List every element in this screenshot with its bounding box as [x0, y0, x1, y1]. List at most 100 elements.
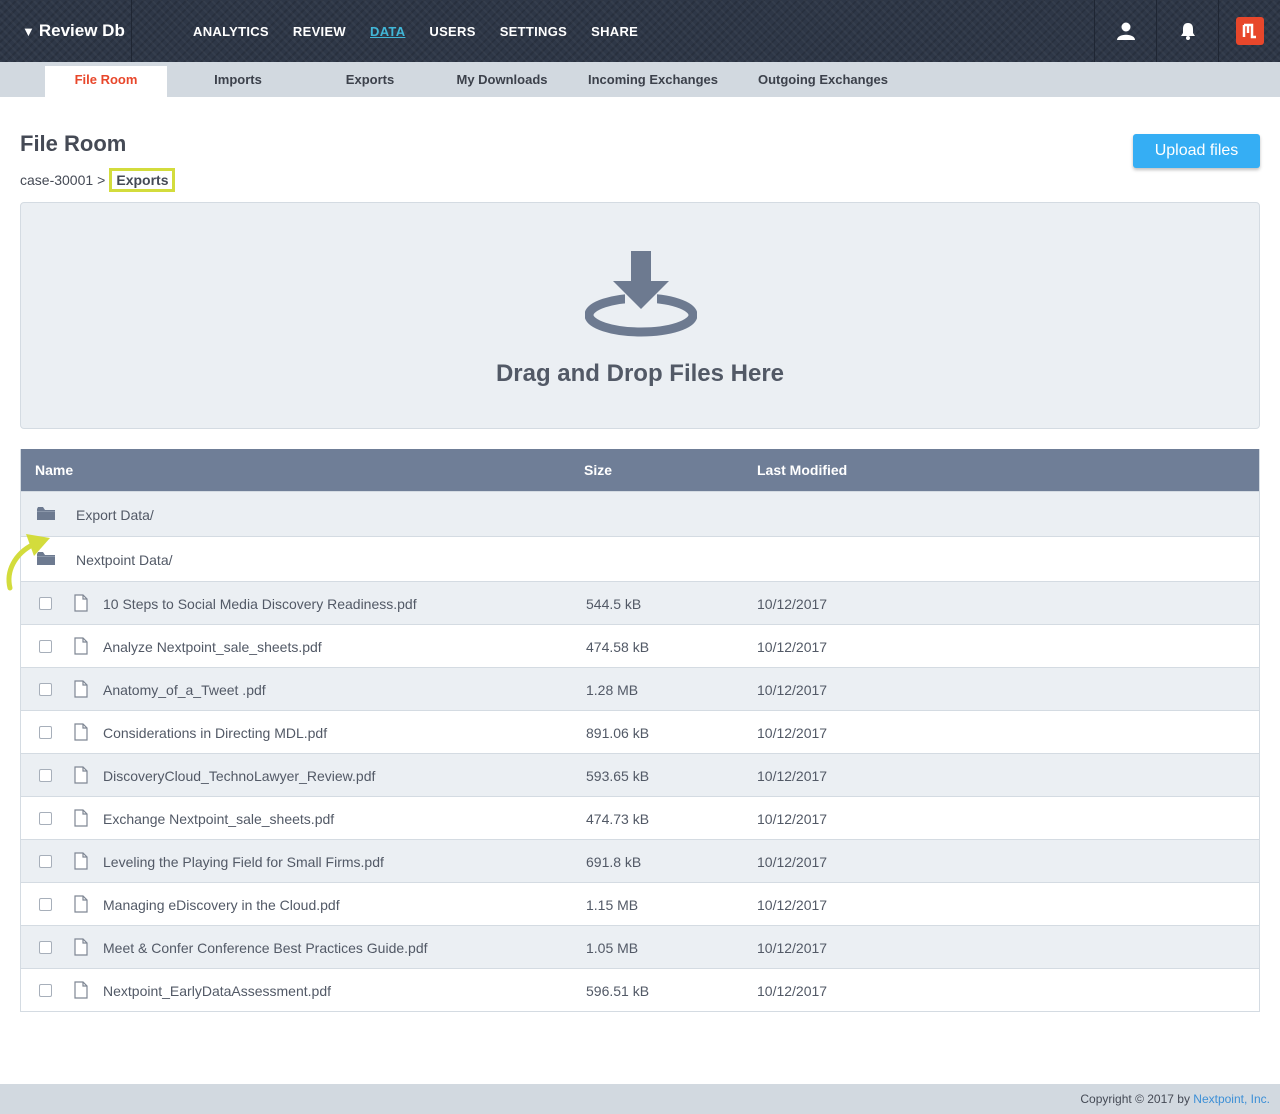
tab-incoming-exchanges[interactable]: Incoming Exchanges — [586, 66, 720, 97]
row-checkbox[interactable] — [39, 855, 52, 868]
file-name[interactable]: Meet & Confer Conference Best Practices … — [103, 940, 428, 956]
file-icon — [74, 680, 88, 701]
nav-share[interactable]: SHARE — [591, 24, 638, 39]
file-icon — [74, 594, 88, 615]
file-icon — [74, 895, 88, 916]
file-row[interactable]: Meet & Confer Conference Best Practices … — [21, 925, 1259, 968]
file-size: 544.5 kB — [586, 596, 642, 612]
file-modified: 10/12/2017 — [757, 940, 828, 956]
user-icon — [1116, 22, 1135, 40]
file-row[interactable]: DiscoveryCloud_TechnoLawyer_Review.pdf 59… — [21, 753, 1259, 796]
company-link[interactable]: Nextpoint, Inc. — [1193, 1092, 1270, 1106]
footer: Copyright © 2017 by Nextpoint, Inc. — [0, 1084, 1280, 1114]
file-name[interactable]: Analyze Nextpoint_sale_sheets.pdf — [103, 639, 322, 655]
row-checkbox[interactable] — [39, 984, 52, 997]
breadcrumb-root[interactable]: case-30001 — [20, 172, 93, 188]
upload-files-button[interactable]: Upload files — [1133, 134, 1260, 168]
row-checkbox[interactable] — [39, 941, 52, 954]
top-right-actions — [1094, 0, 1280, 62]
row-checkbox[interactable] — [39, 769, 52, 782]
drop-zone-label: Drag and Drop Files Here — [495, 360, 785, 387]
file-size: 596.51 kB — [586, 983, 650, 999]
tab-my-downloads[interactable]: My Downloads — [446, 66, 558, 97]
file-icon — [74, 938, 88, 959]
user-menu-button[interactable] — [1094, 0, 1156, 62]
file-name[interactable]: 10 Steps to Social Media Discovery Readi… — [103, 596, 417, 612]
file-icon — [74, 637, 88, 658]
file-size: 891.06 kB — [586, 725, 650, 741]
file-icon — [74, 766, 88, 787]
nav-data[interactable]: DATA — [370, 24, 405, 39]
breadcrumb-current: Exports — [109, 168, 176, 192]
tab-imports[interactable]: Imports — [190, 66, 286, 97]
column-header-name[interactable]: Name — [35, 462, 73, 478]
file-name[interactable]: Considerations in Directing MDL.pdf — [103, 725, 327, 741]
file-name[interactable]: DiscoveryCloud_TechnoLawyer_Review.pdf — [103, 768, 375, 784]
file-row[interactable]: 10 Steps to Social Media Discovery Readi… — [21, 581, 1259, 624]
file-size: 691.8 kB — [586, 854, 642, 870]
drop-zone[interactable]: Drag and Drop Files Here — [20, 202, 1260, 429]
file-size: 1.05 MB — [586, 940, 639, 956]
file-name[interactable]: Anatomy_of_a_Tweet .pdf — [103, 682, 266, 698]
file-name[interactable]: Managing eDiscovery in the Cloud.pdf — [103, 897, 340, 913]
file-table: Name Size Last Modified Export Data/Next… — [20, 449, 1260, 1012]
bell-icon — [1180, 23, 1195, 40]
nav-settings[interactable]: SETTINGS — [500, 24, 567, 39]
breadcrumb-separator: > — [97, 172, 106, 188]
folder-name[interactable]: Export Data/ — [76, 507, 154, 523]
tab-outgoing-exchanges[interactable]: Outgoing Exchanges — [752, 66, 894, 97]
file-modified: 10/12/2017 — [757, 725, 828, 741]
notifications-button[interactable] — [1156, 0, 1218, 62]
row-checkbox[interactable] — [39, 812, 52, 825]
file-row[interactable]: Anatomy_of_a_Tweet .pdf 1.28 MB 10/12/2017 — [21, 667, 1259, 710]
copyright-text: Copyright © 2017 by — [1080, 1092, 1194, 1106]
column-header-size[interactable]: Size — [584, 462, 612, 478]
nav-review[interactable]: REVIEW — [293, 24, 346, 39]
file-name[interactable]: Leveling the Playing Field for Small Fir… — [103, 854, 384, 870]
main-nav: ANALYTICS REVIEW DATA USERS SETTINGS SHA… — [193, 0, 662, 62]
column-header-last-modified[interactable]: Last Modified — [757, 462, 847, 478]
file-row[interactable]: Analyze Nextpoint_sale_sheets.pdf 474.58 … — [21, 624, 1259, 667]
nextpoint-logo-button[interactable] — [1218, 0, 1280, 62]
file-name[interactable]: Nextpoint_EarlyDataAssessment.pdf — [103, 983, 331, 999]
file-icon — [74, 852, 88, 873]
nav-analytics[interactable]: ANALYTICS — [193, 24, 269, 39]
tab-file-room[interactable]: File Room — [45, 66, 167, 97]
file-size: 474.58 kB — [586, 639, 650, 655]
row-checkbox[interactable] — [39, 898, 52, 911]
file-modified: 10/12/2017 — [757, 854, 828, 870]
row-checkbox[interactable] — [39, 640, 52, 653]
folder-name[interactable]: Nextpoint Data/ — [76, 552, 173, 568]
row-checkbox[interactable] — [39, 683, 52, 696]
nextpoint-logo — [1235, 17, 1264, 45]
file-icon — [74, 809, 88, 830]
file-modified: 10/12/2017 — [757, 897, 828, 913]
sub-nav: File Room Imports Exports My Downloads I… — [0, 62, 1280, 97]
file-modified: 10/12/2017 — [757, 811, 828, 827]
file-modified: 10/12/2017 — [757, 768, 828, 784]
file-modified: 10/12/2017 — [757, 596, 828, 612]
folder-icon — [37, 507, 55, 524]
page-title: File Room — [20, 131, 127, 156]
app-name: Review Db — [38, 21, 125, 40]
file-modified: 10/12/2017 — [757, 983, 828, 999]
row-checkbox[interactable] — [39, 597, 52, 610]
file-name[interactable]: Exchange Nextpoint_sale_sheets.pdf — [103, 811, 334, 827]
folder-row[interactable]: Export Data/ — [21, 491, 1259, 536]
file-row[interactable]: Managing eDiscovery in the Cloud.pdf 1.15… — [21, 882, 1259, 925]
annotation-arrow — [6, 534, 50, 591]
caret-down-icon: ▼ — [22, 23, 35, 39]
app-switcher[interactable]: ▼ Review Db — [0, 0, 132, 62]
nav-users[interactable]: USERS — [429, 24, 475, 39]
file-modified: 10/12/2017 — [757, 639, 828, 655]
file-row[interactable]: Considerations in Directing MDL.pdf 891.0… — [21, 710, 1259, 753]
file-row[interactable]: Nextpoint_EarlyDataAssessment.pdf 596.51 … — [21, 968, 1259, 1011]
tab-exports[interactable]: Exports — [322, 66, 418, 97]
row-checkbox[interactable] — [39, 726, 52, 739]
file-size: 1.28 MB — [586, 682, 639, 698]
file-size: 1.15 MB — [586, 897, 639, 913]
folder-row[interactable]: Nextpoint Data/ — [21, 536, 1259, 581]
file-row[interactable]: Exchange Nextpoint_sale_sheets.pdf 474.73… — [21, 796, 1259, 839]
file-row[interactable]: Leveling the Playing Field for Small Fir… — [21, 839, 1259, 882]
file-size: 593.65 kB — [586, 768, 650, 784]
